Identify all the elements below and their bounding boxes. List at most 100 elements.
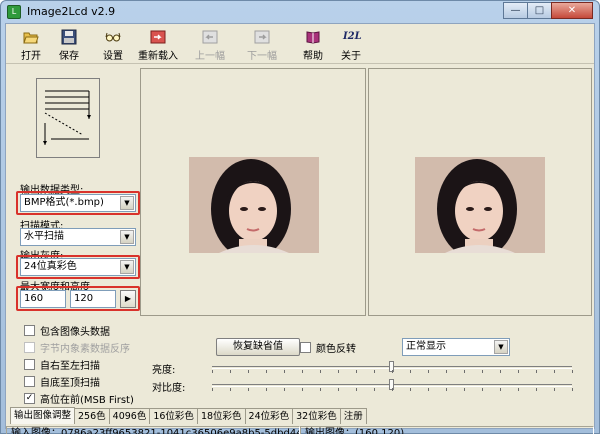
arrow-left-icon (202, 30, 218, 44)
slider-tick (356, 388, 357, 391)
checkbox-box[interactable] (24, 342, 35, 353)
glasses-icon (105, 32, 121, 42)
tab-18bit-color[interactable]: 18位彩色 (196, 408, 246, 424)
help-book-icon (306, 31, 320, 44)
settings-panel: 输出数据类型: BMP格式(*.bmp) ▼ 扫描模式: 水平扫描 ▼ 输出灰度… (10, 68, 140, 408)
slider-tick (284, 388, 285, 391)
tab-24bit-color[interactable]: 24位彩色 (244, 408, 294, 424)
slider-tick (284, 370, 285, 373)
right-to-left-checkbox[interactable]: 自右至左扫描 (24, 357, 100, 372)
open-button[interactable]: 打开 (12, 26, 50, 62)
tab-256-color[interactable]: 256色 (74, 408, 110, 424)
msb-first-checkbox[interactable]: ✓ 高位在前(MSB First) (24, 391, 134, 406)
next-image-label: 下一幅 (247, 51, 277, 62)
checkbox-label: 字节内象素数据反序 (40, 344, 130, 355)
max-height-input[interactable]: 120 (70, 290, 116, 308)
slider-tick (230, 388, 231, 391)
app-icon[interactable]: L (7, 5, 21, 19)
chevron-down-icon[interactable]: ▼ (494, 340, 508, 354)
maximize-button[interactable]: □ (527, 2, 552, 19)
slider-tick (320, 388, 321, 391)
output-gray-value: 24位真彩色 (24, 261, 77, 272)
open-label: 打开 (21, 51, 41, 62)
output-image-status: 输出图像：(160,120) (300, 426, 594, 434)
slider-tick (266, 370, 267, 373)
chevron-down-icon[interactable]: ▼ (120, 260, 134, 274)
checkbox-box[interactable]: ✓ (24, 393, 35, 404)
tab-32bit-color[interactable]: 32位彩色 (292, 408, 341, 424)
invert-color-checkbox[interactable]: 颜色反转 (300, 340, 356, 355)
app-window: L Image2Lcd v2.9 — □ ✕ 打开 保存 设置 重新载入 上一幅… (0, 0, 600, 434)
checkbox-box[interactable] (300, 342, 311, 353)
save-button[interactable]: 保存 (50, 26, 88, 62)
slider-tick (338, 388, 339, 391)
slider-tick (374, 388, 375, 391)
tab-16bit-color[interactable]: 16位彩色 (149, 408, 198, 424)
slider-tick (338, 370, 339, 373)
reload-button[interactable]: 重新载入 (132, 26, 184, 62)
output-type-value: BMP格式(*.bmp) (24, 197, 104, 208)
previous-image-label: 上一幅 (195, 51, 225, 62)
close-button[interactable]: ✕ (551, 2, 593, 19)
display-mode-select[interactable]: 正常显示 ▼ (402, 338, 510, 356)
slider-tick (302, 370, 303, 373)
slider-tick (428, 370, 429, 373)
slider-tick (572, 388, 573, 391)
bottom-to-top-checkbox[interactable]: 自底至顶扫描 (24, 374, 100, 389)
slider-tick (392, 388, 393, 391)
chevron-down-icon[interactable]: ▼ (120, 230, 134, 244)
toolbar: 打开 保存 设置 重新载入 上一幅 下一幅 帮助 I2L 关于 (6, 24, 594, 64)
previous-image-button[interactable]: 上一幅 (184, 26, 236, 62)
slider-tick (410, 370, 411, 373)
settings-button[interactable]: 设置 (94, 26, 132, 62)
output-type-select[interactable]: BMP格式(*.bmp) ▼ (20, 194, 136, 212)
slider-tick (248, 388, 249, 391)
slider-tick (428, 388, 429, 391)
output-image (415, 157, 545, 253)
checkbox-box[interactable] (24, 359, 35, 370)
output-image-preview (368, 68, 592, 316)
tab-output-adjust[interactable]: 输出图像调整 (10, 407, 76, 424)
contrast-label: 对比度: (152, 383, 186, 394)
apply-size-button[interactable]: ▶ (120, 290, 136, 308)
slider-tick (464, 370, 465, 373)
checkbox-label: 颜色反转 (316, 344, 356, 355)
slider-tick (446, 370, 447, 373)
reverse-byte-pixel-checkbox[interactable]: 字节内象素数据反序 (24, 340, 130, 355)
slider-tick (536, 370, 537, 373)
client-area: 打开 保存 设置 重新载入 上一幅 下一幅 帮助 I2L 关于 输出数据类型: … (5, 23, 595, 434)
help-button[interactable]: 帮助 (294, 26, 332, 62)
slider-tick (374, 370, 375, 373)
include-header-checkbox[interactable]: 包含图像头数据 (24, 323, 110, 338)
slider-tick (212, 388, 213, 391)
chevron-down-icon[interactable]: ▼ (120, 196, 134, 210)
slider-tick (572, 370, 573, 373)
slider-tick (536, 388, 537, 391)
output-gray-select[interactable]: 24位真彩色 ▼ (20, 258, 136, 276)
slider-tick (554, 388, 555, 391)
slider-tick (518, 370, 519, 373)
status-bar: 输入图像：0786a23ff9653821-1041c36506e9a8b5-5… (6, 426, 594, 434)
checkbox-label: 自底至顶扫描 (40, 378, 100, 389)
next-image-button[interactable]: 下一幅 (236, 26, 288, 62)
tab-4096-color[interactable]: 4096色 (108, 408, 151, 424)
about-button[interactable]: I2L 关于 (332, 26, 370, 62)
checkbox-box[interactable] (24, 376, 35, 387)
scan-direction-icon (36, 78, 100, 158)
input-image-preview (140, 68, 366, 316)
title-bar[interactable]: L Image2Lcd v2.9 — □ ✕ (1, 1, 599, 23)
tab-register[interactable]: 注册 (339, 408, 367, 424)
scan-mode-select[interactable]: 水平扫描 ▼ (20, 228, 136, 246)
help-label: 帮助 (303, 51, 323, 62)
slider-tick (320, 370, 321, 373)
restore-default-button[interactable]: 恢复缺省值 (216, 338, 300, 356)
max-width-input[interactable]: 160 (20, 290, 66, 308)
scan-mode-value: 水平扫描 (24, 231, 64, 242)
arrow-right-icon (254, 30, 270, 44)
slider-tick (500, 388, 501, 391)
slider-tick (554, 370, 555, 373)
minimize-button[interactable]: — (503, 2, 528, 19)
reload-icon (150, 30, 166, 44)
about-label: 关于 (341, 51, 361, 62)
checkbox-box[interactable] (24, 325, 35, 336)
